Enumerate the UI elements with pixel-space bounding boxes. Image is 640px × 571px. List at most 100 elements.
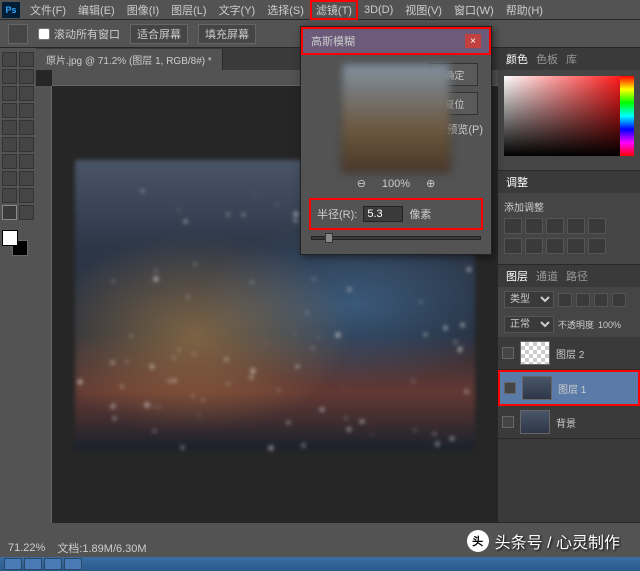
menu-edit[interactable]: 编辑(E) [72,0,121,20]
libraries-tab[interactable]: 库 [566,51,577,67]
menu-window[interactable]: 窗口(W) [448,0,500,20]
layer-thumb [520,341,550,365]
zoom-status[interactable]: 71.22% [8,542,45,554]
layer-name[interactable]: 图层 2 [556,346,584,361]
dodge-tool[interactable] [19,154,34,169]
history-brush-tool[interactable] [19,120,34,135]
wand-tool[interactable] [19,69,34,84]
hand-tool[interactable] [2,205,17,220]
taskbar-item[interactable] [4,558,22,570]
layer-kind-select[interactable]: 类型 [504,291,554,308]
adj-curves[interactable] [546,218,564,234]
layer-name[interactable]: 图层 1 [558,381,586,396]
eraser-tool[interactable] [2,137,17,152]
dialog-title: 高斯模糊 [311,33,355,49]
layer-list: 图层 2 图层 1 背景 [498,337,640,522]
adj-exposure[interactable] [567,218,585,234]
layer-name[interactable]: 背景 [556,415,576,430]
adj-bw[interactable] [546,238,564,254]
heal-tool[interactable] [2,103,17,118]
zoom-in-icon[interactable]: ⊕ [426,177,435,190]
color-tab[interactable]: 颜色 [506,51,528,67]
stamp-tool[interactable] [2,120,17,135]
eyedropper-tool[interactable] [19,86,34,101]
scroll-all-checkbox[interactable]: 滚动所有窗口 [38,26,120,42]
path-tool[interactable] [2,188,17,203]
radius-slider[interactable] [311,236,481,240]
radius-label: 半径(R): [317,206,357,222]
menu-help[interactable]: 帮助(H) [500,0,549,20]
radius-input[interactable] [363,206,403,222]
fit-screen-button[interactable]: 适合屏幕 [130,24,188,44]
filter-adj-icon[interactable] [576,293,590,307]
layer-row[interactable]: 背景 [498,406,640,439]
adjust-tab[interactable]: 调整 [506,174,528,190]
adj-levels[interactable] [525,218,543,234]
document-tab[interactable]: 原片.jpg @ 71.2% (图层 1, RGB/8#) * [36,49,223,70]
menu-layer[interactable]: 图层(L) [165,0,212,20]
taskbar [0,557,640,571]
taskbar-item[interactable] [64,558,82,570]
marquee-tool[interactable] [19,52,34,67]
move-tool[interactable] [2,52,17,67]
brush-tool[interactable] [19,103,34,118]
menu-select[interactable]: 选择(S) [261,0,310,20]
taskbar-item[interactable] [44,558,62,570]
filter-type-icon[interactable] [594,293,608,307]
channels-tab[interactable]: 通道 [536,268,558,284]
fill-screen-button[interactable]: 填充屏幕 [198,24,256,44]
filter-shape-icon[interactable] [612,293,626,307]
opacity-label: 不透明度 [558,318,594,331]
visibility-toggle[interactable] [502,347,514,359]
adj-vibrance[interactable] [588,218,606,234]
blur-preview[interactable] [341,63,451,173]
gradient-tool[interactable] [19,137,34,152]
color-picker[interactable] [498,70,640,170]
paths-tab[interactable]: 路径 [566,268,588,284]
adj-photo[interactable] [567,238,585,254]
adj-brightness[interactable] [504,218,522,234]
watermark-text: 头条号 / 心灵制作 [495,529,620,553]
hand-tool-icon[interactable] [8,24,28,44]
type-tool[interactable] [19,171,34,186]
adj-hue[interactable] [504,238,522,254]
lasso-tool[interactable] [2,69,17,84]
layer-thumb [520,410,550,434]
blur-tool[interactable] [2,154,17,169]
status-bar: 71.22% 文档:1.89M/6.30M [0,539,498,557]
menu-filter[interactable]: 滤镜(T) [310,0,358,20]
menu-view[interactable]: 视图(V) [399,0,448,20]
doc-info: 文档:1.89M/6.30M [57,540,146,556]
filter-pixel-icon[interactable] [558,293,572,307]
menu-file[interactable]: 文件(F) [24,0,72,20]
menu-type[interactable]: 文字(Y) [213,0,262,20]
blend-mode-select[interactable]: 正常 [504,316,554,333]
crop-tool[interactable] [2,86,17,101]
adj-balance[interactable] [525,238,543,254]
shape-tool[interactable] [19,188,34,203]
layer-thumb [522,376,552,400]
watermark-logo: 头 [467,530,489,552]
taskbar-item[interactable] [24,558,42,570]
layer-row[interactable]: 图层 2 [498,337,640,370]
pen-tool[interactable] [2,171,17,186]
menu-image[interactable]: 图像(I) [121,0,165,20]
layer-row-selected[interactable]: 图层 1 [498,370,640,406]
watermark: 头 头条号 / 心灵制作 [467,529,620,553]
visibility-toggle[interactable] [502,416,514,428]
toolbox [0,48,36,523]
menu-bar: Ps 文件(F) 编辑(E) 图像(I) 图层(L) 文字(Y) 选择(S) 滤… [0,0,640,20]
layers-tab[interactable]: 图层 [506,268,528,284]
zoom-out-icon[interactable]: ⊖ [357,177,366,190]
menu-3d[interactable]: 3D(D) [358,2,399,18]
swatches-tab[interactable]: 色板 [536,51,558,67]
radius-unit: 像素 [409,206,431,222]
color-swatch[interactable] [2,230,28,256]
adj-mixer[interactable] [588,238,606,254]
zoom-tool[interactable] [19,205,34,220]
right-panels: 颜色色板库 调整 添加调整 图层通道路径 类型 正常 不透明度 100% [498,48,640,523]
opacity-value[interactable]: 100% [598,320,621,330]
visibility-toggle[interactable] [504,382,516,394]
close-button[interactable]: × [465,34,481,48]
zoom-percent: 100% [382,178,410,190]
